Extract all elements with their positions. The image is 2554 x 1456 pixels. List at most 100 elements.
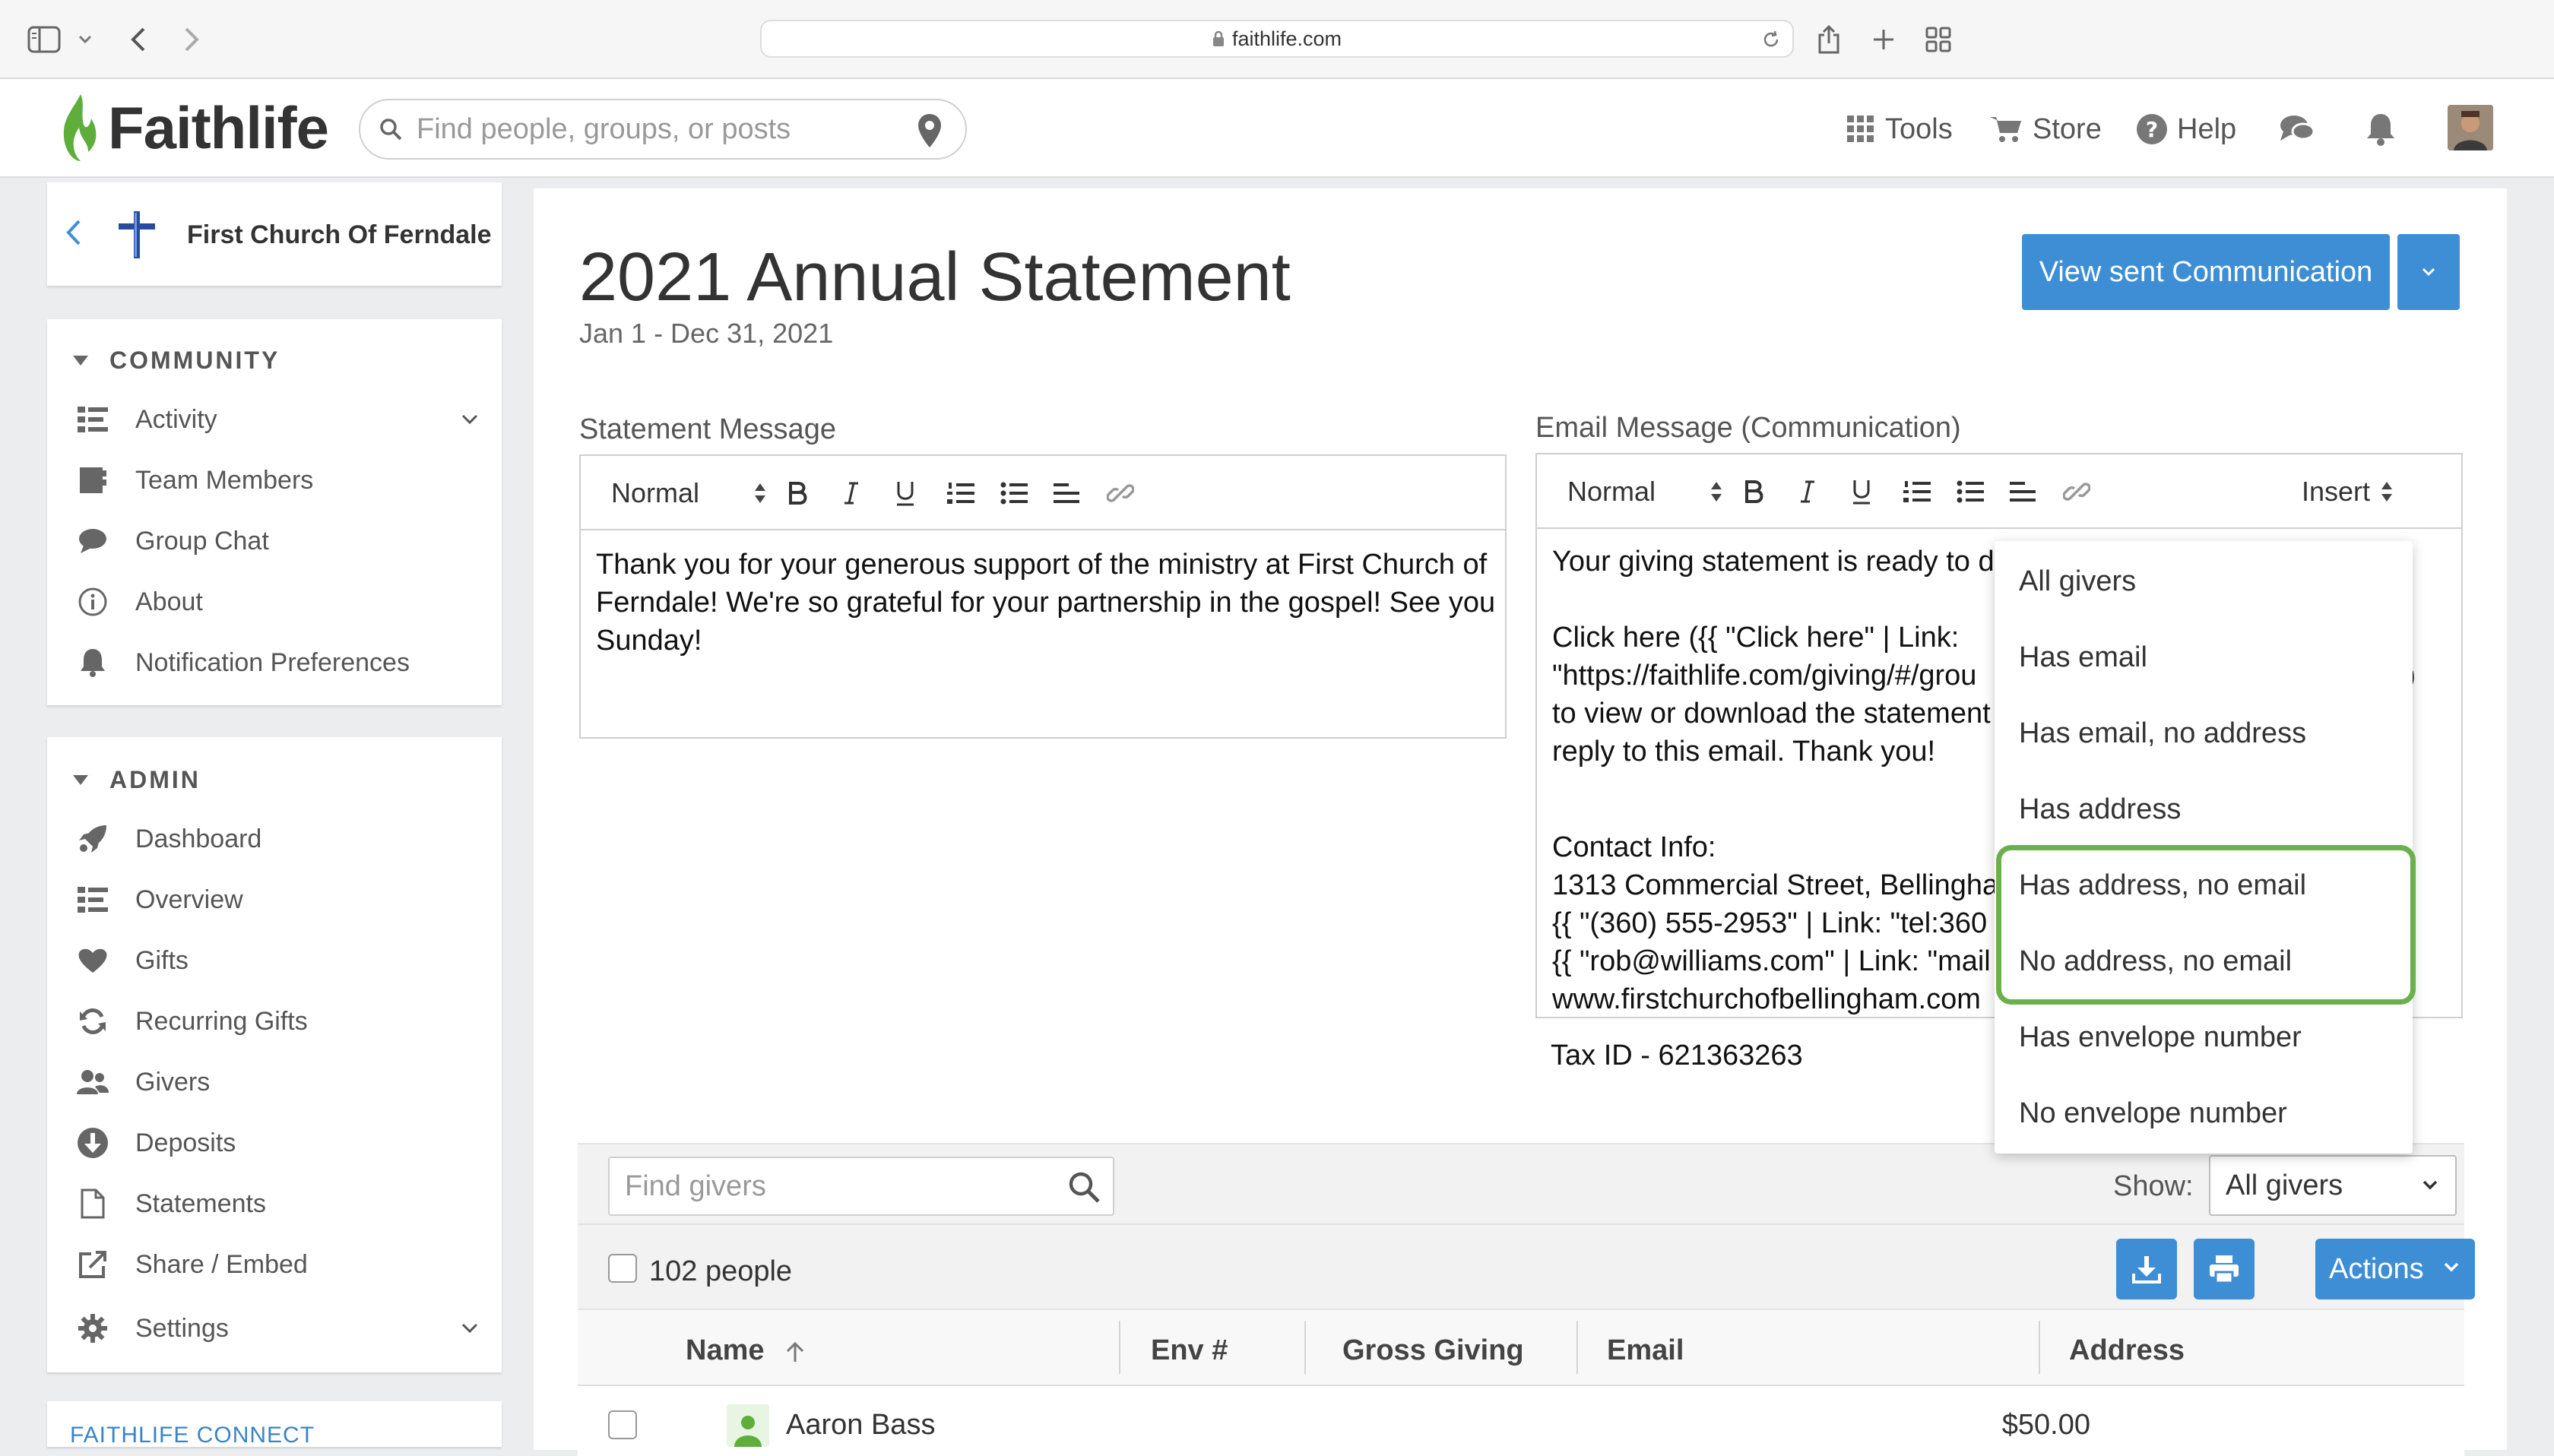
align-icon[interactable]	[1054, 476, 1079, 511]
sidebar-item-givers[interactable]: Givers	[74, 1059, 210, 1105]
sidebar-item-share-embed[interactable]: Share / Embed	[74, 1242, 308, 1287]
sidebar-item-team-members[interactable]: Team Members	[74, 457, 313, 503]
giver-name[interactable]: Aaron Bass	[786, 1409, 935, 1442]
browser-toolbar: faithlife.com	[0, 0, 2554, 79]
email-link-line-1[interactable]: Click here ({{ "Click here" | Link:	[1552, 619, 1959, 657]
givers-filter-bar: Show: All givers	[578, 1143, 2464, 1225]
email-link-line-3[interactable]: to view or download the statement	[1552, 695, 1991, 733]
connect-heading[interactable]: FAITHLIFE CONNECT	[70, 1423, 315, 1448]
sidebar-item-label: Overview	[135, 885, 243, 914]
link-icon[interactable]	[1107, 476, 1134, 511]
link-icon[interactable]	[2063, 474, 2090, 509]
align-icon[interactable]	[2010, 474, 2036, 509]
filter-option-all-givers[interactable]: All givers	[2019, 565, 2136, 598]
find-givers-field[interactable]	[608, 1157, 1114, 1216]
bold-icon[interactable]	[1744, 474, 1763, 509]
italic-icon[interactable]	[1798, 474, 1817, 509]
back-arrow-icon[interactable]	[120, 21, 157, 58]
italic-icon[interactable]	[842, 476, 860, 511]
sidebar-item-notification-preferences[interactable]: Notification Preferences	[74, 640, 410, 685]
share-icon[interactable]	[1811, 21, 1847, 58]
sidebar-item-settings[interactable]: Settings	[74, 1306, 500, 1351]
more-options-button[interactable]	[2397, 234, 2460, 310]
back-chevron-icon[interactable]	[65, 219, 82, 246]
contact-tax-id[interactable]: Tax ID - 621363263	[1551, 1037, 1803, 1075]
tools-link[interactable]: Tools	[1847, 106, 1953, 152]
messages-icon[interactable]	[2279, 106, 2315, 152]
filter-option-has-envelope-number[interactable]: Has envelope number	[2019, 1021, 2302, 1054]
reload-icon[interactable]	[1760, 29, 1782, 50]
select-all-checkbox[interactable]	[608, 1254, 637, 1283]
sort-arrows-icon	[2381, 482, 2393, 502]
insert-dropdown[interactable]: Insert	[2302, 474, 2393, 509]
email-link-line-4[interactable]: reply to this email. Thank you!	[1552, 733, 1935, 771]
underline-icon[interactable]	[895, 476, 915, 511]
community-heading[interactable]: COMMUNITY	[73, 347, 280, 375]
sidebar-item-statements[interactable]: Statements	[74, 1181, 266, 1227]
sidebar-item-activity[interactable]: Activity	[74, 397, 500, 442]
statement-message-text[interactable]: Thank you for your generous support of t…	[596, 546, 1495, 660]
help-link[interactable]: ? Help	[2136, 106, 2236, 152]
bullet-list-icon[interactable]	[1957, 474, 1984, 509]
ordered-list-icon[interactable]	[947, 476, 974, 511]
sidebar-item-label: Gifts	[135, 945, 189, 975]
gear-icon	[74, 1310, 111, 1347]
notifications-bell-icon[interactable]	[2365, 106, 2396, 152]
sidebar-item-gifts[interactable]: Gifts	[74, 938, 189, 983]
find-givers-input[interactable]	[625, 1170, 1050, 1203]
sidebar-item-recurring-gifts[interactable]: Recurring Gifts	[74, 999, 308, 1044]
contact-address[interactable]: 1313 Commercial Street, Bellinghar	[1552, 866, 2008, 904]
format-select[interactable]: Normal	[611, 476, 699, 511]
contact-email[interactable]: {{ "rob@williams.com" | Link: "mail	[1552, 942, 1991, 980]
statement-message-editor: Normal Thank you for your generous suppo…	[579, 454, 1507, 739]
column-header-name[interactable]: Name	[686, 1334, 806, 1367]
contact-phone[interactable]: {{ "(360) 555-2953" | Link: "tel:360 5	[1552, 904, 2011, 942]
admin-heading[interactable]: ADMIN	[73, 766, 201, 794]
print-button[interactable]	[2194, 1239, 2255, 1299]
filter-option-has-email-no-address[interactable]: Has email, no address	[2019, 717, 2306, 750]
underline-icon[interactable]	[1852, 474, 1871, 509]
info-icon	[74, 584, 111, 620]
address-bar[interactable]: faithlife.com	[760, 20, 1794, 58]
user-avatar[interactable]	[2448, 105, 2493, 150]
sidebar-item-overview[interactable]: Overview	[74, 877, 243, 923]
filter-option-has-address[interactable]: Has address	[2019, 793, 2181, 826]
contact-website[interactable]: www.firstchurchofbellingham.com	[1552, 980, 1981, 1018]
ordered-list-icon[interactable]	[1903, 474, 1931, 509]
store-link[interactable]: Store	[1990, 106, 2102, 152]
tab-overview-icon[interactable]	[1920, 21, 1957, 58]
show-filter-select[interactable]: All givers	[2209, 1155, 2457, 1216]
sidebar-toggle-icon[interactable]	[26, 21, 62, 58]
sidebar-item-dashboard[interactable]: Dashboard	[74, 816, 261, 862]
arrow-down-circle-icon	[74, 1125, 111, 1161]
chevron-down-icon	[2422, 1180, 2438, 1190]
view-sent-communication-button[interactable]: View sent Communication	[2022, 234, 2390, 310]
table-row[interactable]: Aaron Bass $50.00	[578, 1388, 2464, 1456]
download-button[interactable]	[2116, 1239, 2177, 1299]
contact-heading[interactable]: Contact Info:	[1552, 828, 1716, 866]
column-header-address[interactable]: Address	[2069, 1334, 2185, 1367]
church-header-card: First Church Of Ferndale	[47, 182, 502, 286]
email-line-1[interactable]: Your giving statement is ready to do	[1552, 543, 2011, 581]
bold-icon[interactable]	[787, 476, 807, 511]
row-checkbox[interactable]	[608, 1410, 637, 1439]
filter-option-has-email[interactable]: Has email	[2019, 641, 2147, 674]
format-select[interactable]: Normal	[1567, 474, 1656, 509]
chevron-down-icon[interactable]	[461, 413, 479, 426]
column-header-email[interactable]: Email	[1607, 1334, 1684, 1367]
sidebar-item-about[interactable]: About	[74, 579, 203, 625]
column-header-gross-giving[interactable]: Gross Giving	[1342, 1334, 1524, 1367]
insert-label: Insert	[2302, 476, 2371, 507]
search-icon[interactable]	[1067, 1170, 1101, 1204]
sidebar-item-deposits[interactable]: Deposits	[74, 1120, 236, 1166]
sidebar-item-group-chat[interactable]: Group Chat	[74, 518, 269, 564]
email-link-line-2[interactable]: "https://faithlife.com/giving/#/grou	[1552, 657, 1976, 695]
chevron-down-icon[interactable]	[67, 21, 103, 58]
new-tab-icon[interactable]	[1865, 21, 1902, 58]
chevron-down-icon[interactable]	[461, 1322, 479, 1334]
column-header-env[interactable]: Env #	[1151, 1334, 1228, 1367]
actions-button[interactable]: Actions	[2315, 1239, 2475, 1299]
filter-option-no-envelope-number[interactable]: No envelope number	[2019, 1097, 2287, 1130]
bullet-list-icon[interactable]	[1000, 476, 1028, 511]
forward-arrow-icon[interactable]	[173, 21, 210, 58]
